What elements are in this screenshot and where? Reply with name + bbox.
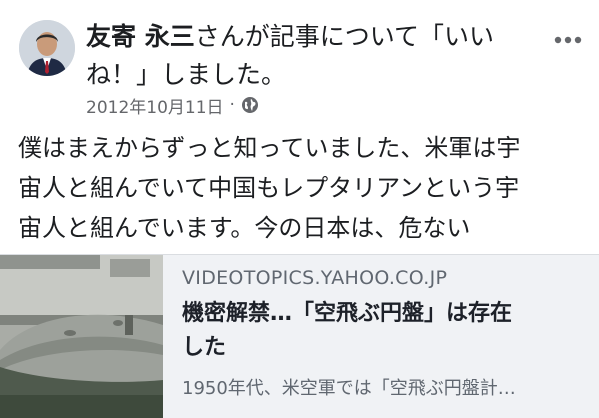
- post-body-line: 宙人と組んでいて中国もレプタリアンという宇: [18, 174, 520, 202]
- link-preview-card[interactable]: VIDEOTOPICS.YAHOO.CO.JP 機密解禁…「空飛ぶ円盤」は存在 …: [0, 254, 599, 418]
- avatar[interactable]: [19, 20, 75, 76]
- facebook-post: 友寄 永三さんが記事について「いいね！」しました。 2012年10月11日 · …: [0, 0, 599, 418]
- post-header: 友寄 永三さんが記事について「いいね！」しました。: [86, 18, 546, 94]
- link-title: 機密解禁…「空飛ぶ円盤」は存在 した: [182, 297, 587, 365]
- post-meta: 2012年10月11日 ·: [86, 93, 259, 118]
- post-body-line: 宙人と組んでいます。今の日本は、危ない: [18, 214, 471, 242]
- link-title-line: 機密解禁…「空飛ぶ円盤」は存在: [182, 301, 513, 326]
- post-body: 僕はまえからずっと知っていました、米軍は宇 宙人と組んでいて中国もレプタリアンと…: [18, 128, 588, 248]
- profile-photo: [19, 20, 75, 76]
- globe-icon: [241, 96, 259, 114]
- link-title-line: した: [182, 335, 227, 360]
- link-thumbnail[interactable]: [0, 255, 163, 418]
- link-domain: VIDEOTOPICS.YAHOO.CO.JP: [182, 267, 448, 289]
- link-description: 1950年代、米空軍では「空飛ぶ円盤計…: [182, 378, 516, 399]
- author-name[interactable]: 友寄 永三: [86, 22, 195, 51]
- post-timestamp[interactable]: 2012年10月11日: [86, 93, 224, 118]
- post-body-line: 僕はまえからずっと知っていました、米軍は宇: [18, 134, 521, 162]
- link-info[interactable]: VIDEOTOPICS.YAHOO.CO.JP 機密解禁…「空飛ぶ円盤」は存在 …: [182, 267, 587, 400]
- meta-separator: ·: [229, 95, 235, 115]
- more-options-icon[interactable]: [553, 30, 583, 44]
